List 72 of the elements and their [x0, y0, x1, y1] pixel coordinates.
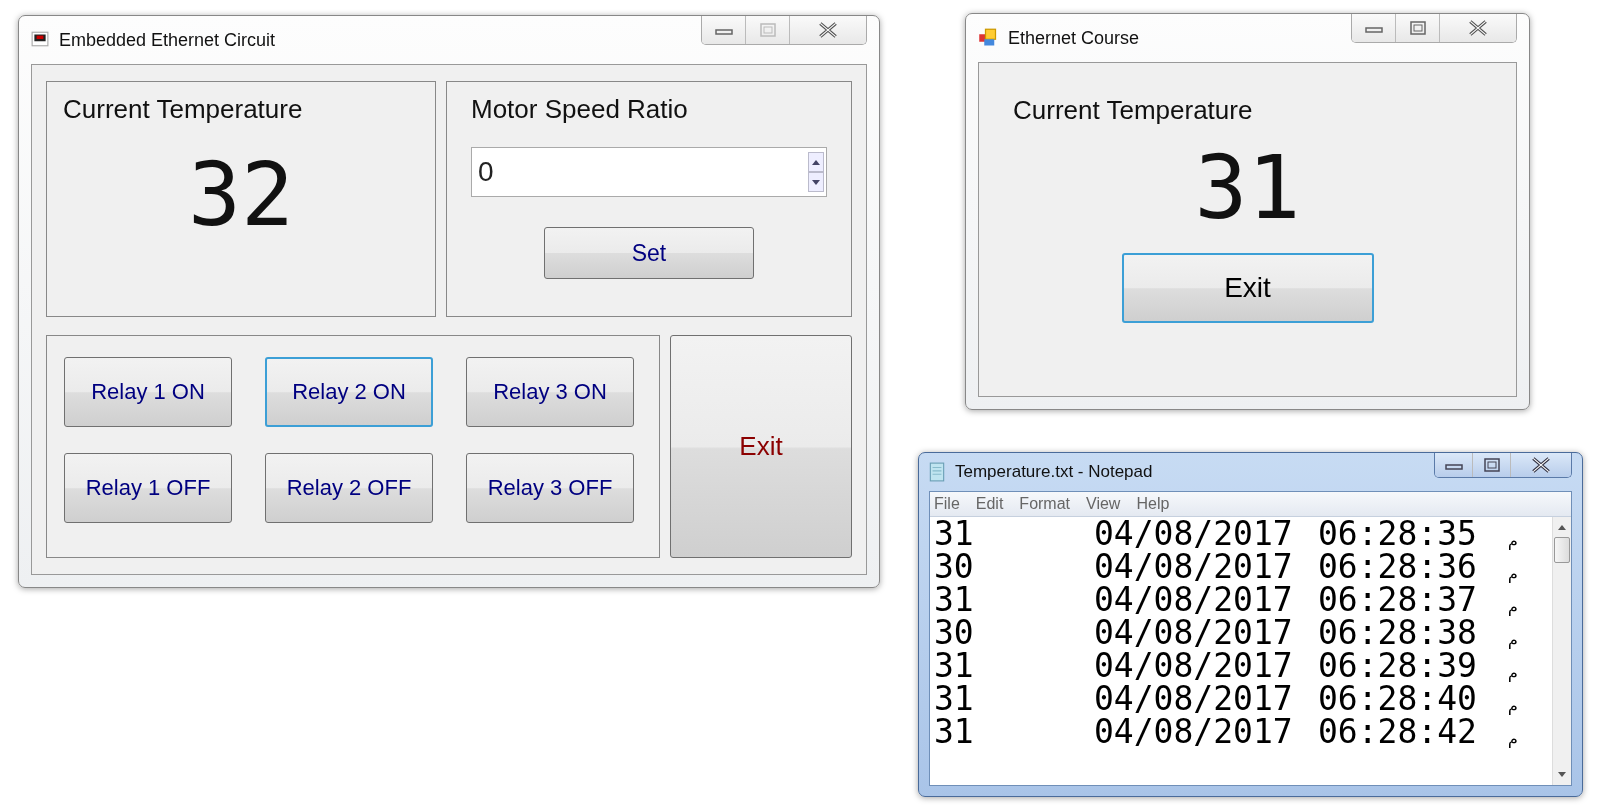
- relay-button[interactable]: Relay 3 OFF: [466, 453, 634, 523]
- app-icon: [31, 30, 49, 48]
- app-icon: [978, 28, 998, 48]
- temperature-text: 31: [934, 583, 975, 616]
- relay-button[interactable]: Relay 2 OFF: [265, 453, 433, 523]
- exit-button[interactable]: Exit: [670, 335, 852, 558]
- time-text: 06:28:37: [1318, 583, 1478, 616]
- temperature-text: 30: [934, 616, 975, 649]
- temperature-text: 31: [934, 649, 975, 682]
- close-button[interactable]: [1440, 14, 1516, 42]
- time-text: 06:28:40: [1318, 682, 1478, 715]
- temperature-text: 31: [934, 682, 975, 715]
- scrollbar[interactable]: [1552, 517, 1571, 785]
- close-button[interactable]: [1511, 453, 1571, 477]
- window-title: Ethernet Course: [1008, 28, 1140, 49]
- suffix-text: م: [1508, 631, 1519, 649]
- time-text: 06:28:39: [1318, 649, 1478, 682]
- time-text: 06:28:42: [1318, 715, 1478, 748]
- time-text: 06:28:36: [1318, 550, 1478, 583]
- maximize-icon: [1481, 457, 1502, 473]
- spinner-field[interactable]: 0: [471, 147, 827, 197]
- temperature-text: 31: [934, 715, 975, 748]
- minimize-button[interactable]: [1435, 453, 1473, 477]
- relay-button[interactable]: Relay 1 OFF: [64, 453, 232, 523]
- maximize-button[interactable]: [1473, 453, 1511, 477]
- up-arrow-icon[interactable]: [1557, 523, 1567, 531]
- date-text: 04/08/2017: [1094, 616, 1294, 649]
- temperature-value: 32: [188, 143, 294, 246]
- window-title: Embedded Ethernet Circuit: [59, 30, 276, 51]
- temperature-value: 31: [1194, 136, 1301, 239]
- maximize-icon: [1407, 20, 1428, 36]
- minimize-button[interactable]: [1352, 14, 1396, 42]
- date-text: 04/08/2017: [1094, 682, 1294, 715]
- date-text: 04/08/2017: [1094, 649, 1294, 682]
- menu-item[interactable]: Edit: [975, 495, 1004, 513]
- group-label: Motor Speed Ratio: [471, 94, 688, 125]
- maximize-button[interactable]: [1396, 14, 1440, 42]
- relay-button[interactable]: Relay 1 ON: [64, 357, 232, 427]
- maximize-icon: [757, 22, 778, 38]
- scroll-thumb[interactable]: [1554, 537, 1570, 563]
- temperature-text: 31: [934, 517, 975, 550]
- temperature-text: 30: [934, 550, 975, 583]
- temperature-label: Current Temperature: [1013, 95, 1253, 126]
- date-text: 04/08/2017: [1094, 583, 1294, 616]
- suffix-text: م: [1508, 565, 1519, 583]
- suffix-text: م: [1508, 598, 1519, 616]
- menu-item[interactable]: View: [1086, 495, 1121, 513]
- date-text: 04/08/2017: [1094, 517, 1294, 550]
- date-text: 04/08/2017: [1094, 715, 1294, 748]
- menu-item[interactable]: Help: [1136, 495, 1170, 513]
- window-title: Temperature.txt - Notepad: [955, 462, 1153, 482]
- menu-item[interactable]: Format: [1019, 495, 1071, 513]
- relay-button[interactable]: Relay 2 ON: [265, 357, 433, 427]
- suffix-text: م: [1508, 697, 1519, 715]
- suffix-text: م: [1508, 664, 1519, 682]
- suffix-text: م: [1508, 730, 1519, 748]
- time-text: 06:28:35: [1318, 517, 1478, 550]
- down-arrow-icon[interactable]: [1557, 771, 1567, 779]
- set-button[interactable]: Set: [544, 227, 754, 279]
- close-icon: [1530, 456, 1552, 474]
- notepad-icon: [929, 462, 945, 482]
- menu-item[interactable]: File: [934, 495, 960, 513]
- relay-button[interactable]: Relay 3 ON: [466, 357, 634, 427]
- time-text: 06:28:38: [1318, 616, 1478, 649]
- group-label: Current Temperature: [63, 94, 304, 125]
- date-text: 04/08/2017: [1094, 550, 1294, 583]
- close-icon: [1467, 19, 1489, 37]
- close-button[interactable]: [790, 16, 866, 44]
- minimize-button[interactable]: [702, 16, 746, 44]
- close-icon: [817, 21, 839, 39]
- suffix-text: م: [1508, 532, 1519, 550]
- exit-button[interactable]: Exit: [1121, 253, 1374, 323]
